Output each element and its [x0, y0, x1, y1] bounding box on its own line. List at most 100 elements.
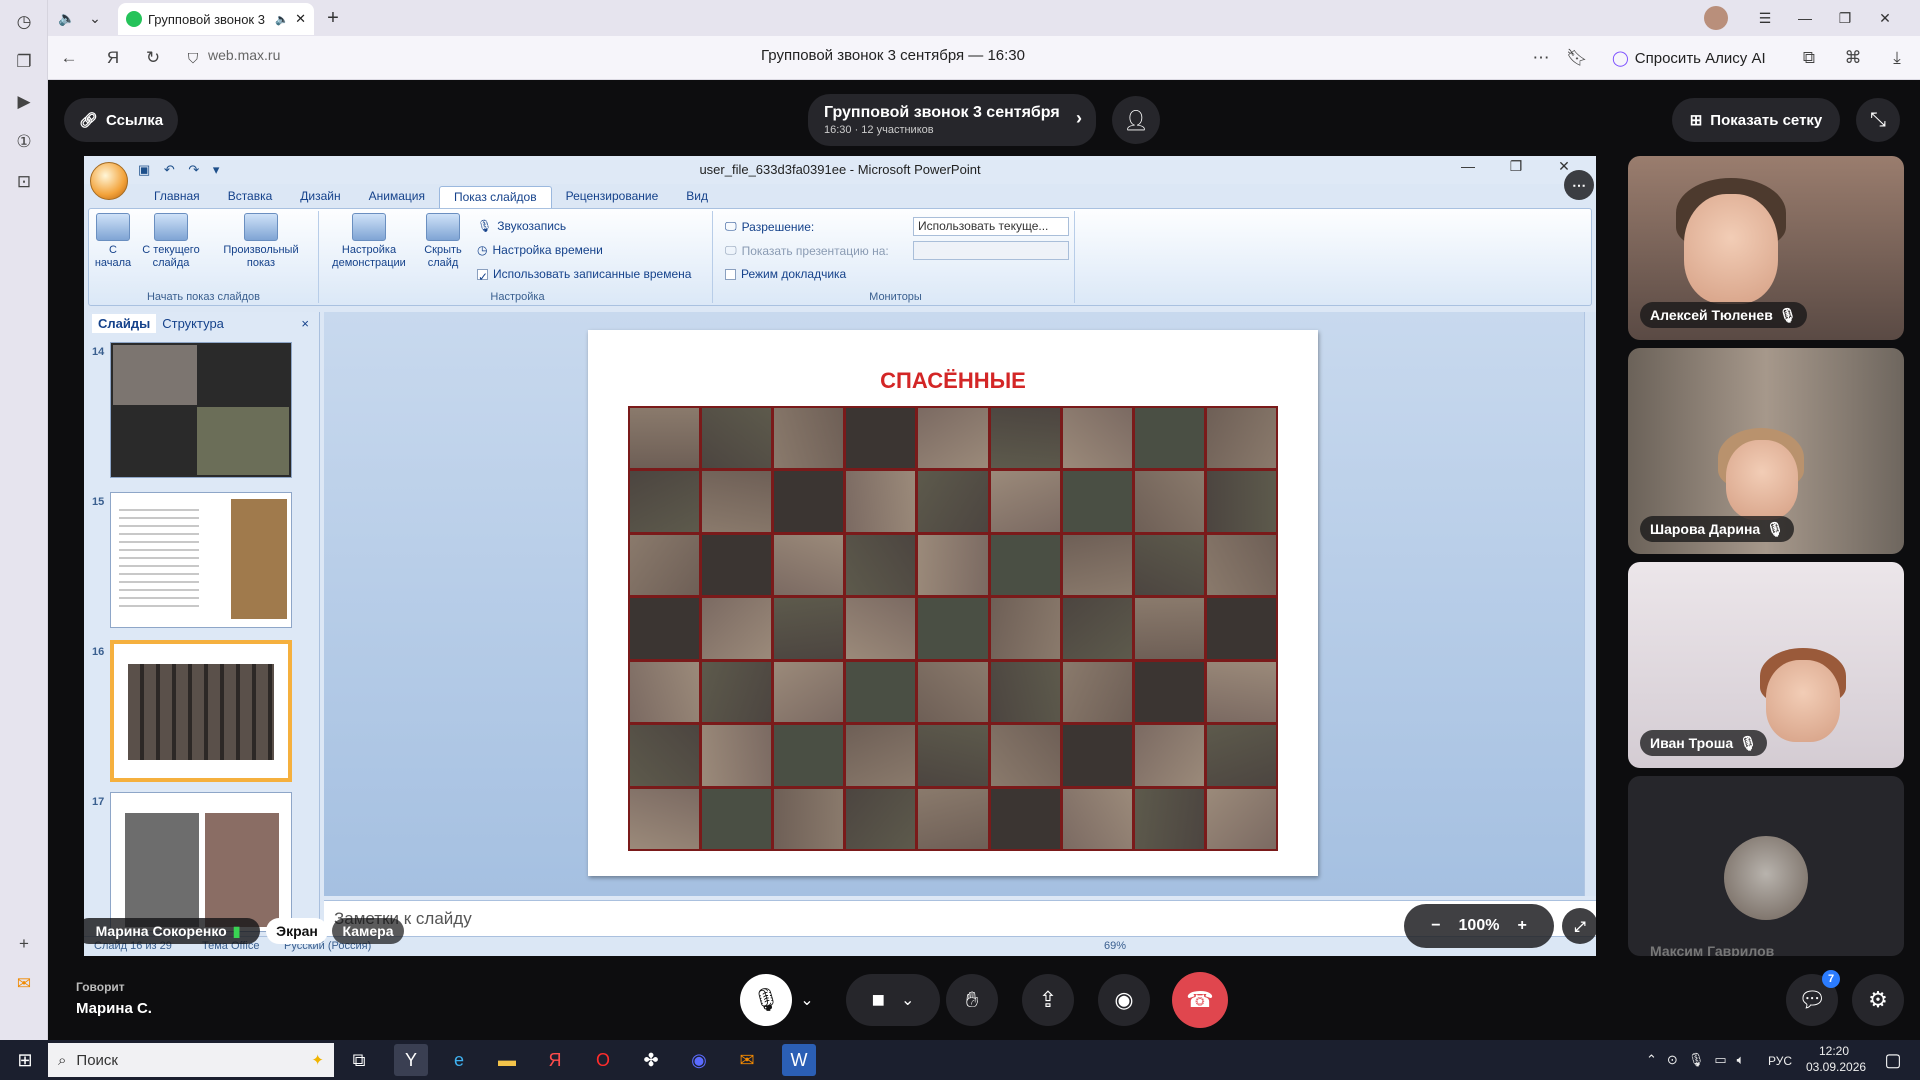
office-button[interactable] [90, 162, 128, 200]
mail-icon[interactable]: ✉ [730, 1044, 764, 1076]
ribbon-tab[interactable]: Анимация [355, 186, 439, 208]
screen-tab[interactable]: Экран [266, 918, 328, 944]
slide-thumb-selected[interactable] [110, 640, 292, 782]
ribbon-tab[interactable]: Рецензирование [552, 186, 673, 208]
slide-canvas[interactable]: СПАСЁННЫЕ [324, 312, 1584, 896]
fullscreen-button[interactable]: ⤢ [1562, 908, 1596, 944]
bookmark-icon[interactable]: 🔖︎ [1564, 45, 1590, 71]
ppt-zoom[interactable]: 69% [1104, 940, 1126, 952]
slide-thumb[interactable] [110, 792, 292, 932]
tab-number-icon[interactable]: ① [10, 128, 38, 156]
close-icon[interactable]: × [295, 314, 315, 333]
custom-show-button[interactable]: Произвольный показ [213, 213, 309, 270]
mail-icon[interactable]: ✉ [10, 970, 38, 998]
clock[interactable]: 12:20 03.09.2026 [1806, 1044, 1866, 1074]
windows-start-icon[interactable]: ⊞ [8, 1044, 42, 1076]
task-view-icon[interactable]: ⧉ [342, 1044, 376, 1076]
avatar[interactable] [1704, 6, 1728, 30]
participant-tile[interactable]: Алексей Тюленев 🎙︎ [1628, 156, 1904, 340]
alice-button[interactable]: ◯ Спросить Алису AI [1600, 42, 1778, 74]
history-icon[interactable]: ◷ [10, 8, 38, 36]
link-button[interactable]: 🔗︎ Ссылка [64, 98, 178, 142]
collapse-button[interactable]: ⤡ [1856, 98, 1900, 142]
resolution-select[interactable]: Использовать текуще... [913, 217, 1069, 236]
mic-icon[interactable]: 🎙︎ [1688, 1052, 1705, 1068]
downloads-icon[interactable]: ⤓ [1884, 45, 1910, 71]
translate-icon[interactable]: ⌘ [1840, 45, 1866, 71]
powerpoint-icon[interactable]: W [782, 1044, 816, 1076]
close-icon[interactable]: ✕ [295, 11, 306, 27]
record-button[interactable]: ◉ [1098, 974, 1150, 1026]
yandex-icon[interactable]: Я [538, 1044, 572, 1076]
shared-screen[interactable]: user_file_633d3fa0391ee - Microsoft Powe… [84, 156, 1596, 956]
screenshot-icon[interactable]: ⊡ [10, 168, 38, 196]
volume-icon[interactable]: 🔈︎ [1737, 1052, 1745, 1068]
zoom-in-button[interactable]: + [1517, 917, 1526, 935]
close-window-icon[interactable]: ✕ [1872, 6, 1898, 30]
app-icon[interactable]: ✤ [634, 1044, 668, 1076]
setup-show-button[interactable]: Настройка демонстрации [327, 213, 411, 270]
rehearse-timings-button[interactable]: ◷ Настройка времени [477, 243, 603, 257]
add-participant-button[interactable]: 👤︎ [1112, 96, 1160, 144]
ribbon-tab[interactable]: Вставка [214, 186, 287, 208]
yandex-browser-icon[interactable]: Y [394, 1044, 428, 1076]
hide-slide-button[interactable]: Скрыть слайд [417, 213, 469, 270]
video-icon[interactable]: ▶ [10, 88, 38, 116]
app-icon[interactable]: ◉ [682, 1044, 716, 1076]
camera-button[interactable]: ■ ⌄ [846, 974, 940, 1026]
network-icon[interactable]: ⊙ [1667, 1052, 1678, 1068]
vertical-scrollbar[interactable] [1584, 312, 1596, 896]
collections-icon[interactable]: ❐ [10, 48, 38, 76]
speaker-icon[interactable]: 🔈 [54, 6, 80, 30]
tabs-list-icon[interactable]: ☰ [1752, 6, 1778, 30]
use-timings-checkbox[interactable]: ✓ Использовать записанные времена [477, 267, 691, 284]
from-current-button[interactable]: С текущего слайда [139, 213, 203, 270]
presenter-view-checkbox[interactable]: Режим докладчика [725, 267, 846, 281]
minimize-icon[interactable]: — [1792, 6, 1818, 30]
current-slide[interactable]: СПАСЁННЫЕ [588, 330, 1318, 876]
minimize-icon[interactable]: — [1448, 158, 1488, 174]
more-icon[interactable]: ⋯ [1528, 45, 1554, 71]
language-indicator[interactable]: РУС [1768, 1054, 1792, 1068]
mic-options-button[interactable]: ⌄ [794, 974, 820, 1026]
taskbar-search[interactable]: ⌕ Поиск ✦ [48, 1043, 334, 1077]
restore-icon[interactable]: ❐ [1496, 158, 1536, 175]
wifi-icon[interactable]: ▭ [1714, 1052, 1726, 1068]
restore-icon[interactable]: ❐ [1832, 6, 1858, 30]
add-icon[interactable]: + [10, 930, 38, 958]
end-call-button[interactable]: ☎︎ [1172, 972, 1228, 1028]
browser-tab[interactable]: Групповой звонок 3 🔈 ✕ [118, 3, 314, 35]
extensions-icon[interactable]: ⧉ [1796, 45, 1822, 71]
tray-icons[interactable]: ⌃ ⊙ 🎙︎ ▭ 🔈︎ [1646, 1052, 1744, 1068]
participant-tile[interactable]: Максим Гаврилов [1628, 776, 1904, 956]
slide-thumb[interactable] [110, 342, 292, 478]
call-title-button[interactable]: Групповой звонок 3 сентября 16:30 · 12 у… [808, 94, 1096, 146]
settings-button[interactable]: ⚙ [1852, 974, 1904, 1026]
explorer-icon[interactable]: ▬ [490, 1044, 524, 1076]
participant-tile[interactable]: Иван Троша 🎙︎ [1628, 562, 1904, 768]
ribbon-tab-active[interactable]: Показ слайдов [438, 186, 552, 208]
zoom-out-button[interactable]: − [1431, 917, 1440, 935]
share-screen-button[interactable]: ⇪ [1022, 974, 1074, 1026]
show-on-select[interactable] [913, 241, 1069, 260]
slide-thumb[interactable] [110, 492, 292, 628]
camera-tab[interactable]: Камера [332, 918, 404, 944]
quick-access-toolbar[interactable]: ▣ ↶ ↷ ▾ [138, 162, 224, 178]
chevron-up-icon[interactable]: ⌃ [1646, 1052, 1657, 1068]
notifications-icon[interactable]: ▢ [1876, 1044, 1910, 1076]
more-options-button[interactable]: ⋯ [1564, 170, 1594, 200]
ribbon-tab[interactable]: Вид [672, 186, 722, 208]
outline-tab[interactable]: Структура [156, 314, 230, 333]
edge-icon[interactable]: e [442, 1044, 476, 1076]
record-narration-button[interactable]: 🎙︎ Звукозапись [477, 219, 566, 233]
participant-tile[interactable]: Шарова Дарина 🎙︎ [1628, 348, 1904, 554]
ribbon-tab[interactable]: Дизайн [286, 186, 354, 208]
mute-button[interactable]: 🎙︎ [740, 974, 792, 1026]
tab-sound-icon[interactable]: 🔈 [275, 13, 289, 26]
ribbon-tab[interactable]: Главная [140, 186, 214, 208]
new-tab-button[interactable]: + [320, 6, 346, 30]
chevron-down-icon[interactable]: ⌄ [82, 6, 108, 30]
opera-icon[interactable]: O [586, 1044, 620, 1076]
slides-tab[interactable]: Слайды [92, 314, 157, 333]
show-grid-button[interactable]: ⊞ Показать сетку [1672, 98, 1840, 142]
